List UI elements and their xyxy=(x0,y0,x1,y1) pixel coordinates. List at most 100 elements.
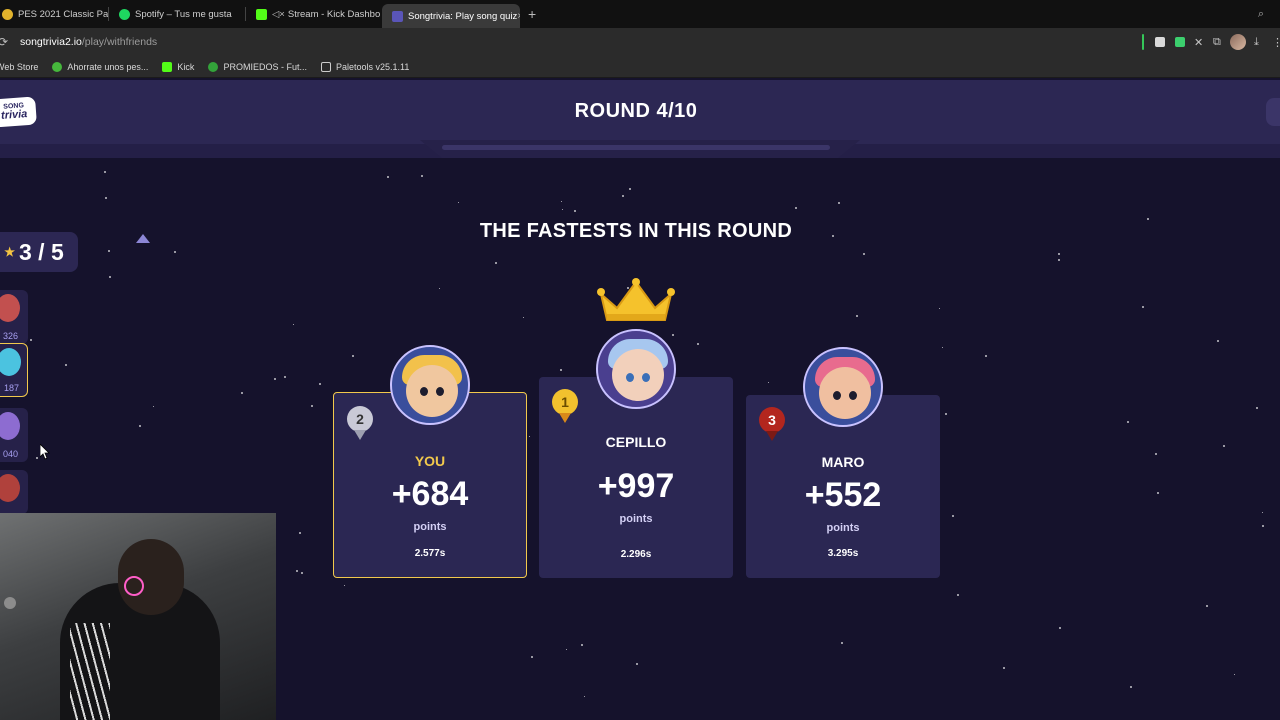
spotify-icon xyxy=(119,8,130,20)
new-tab-button[interactable]: + xyxy=(520,6,544,22)
star-dot xyxy=(838,202,840,204)
star-dot xyxy=(284,376,286,378)
download-icon[interactable]: ⤓ xyxy=(1254,28,1259,56)
star-dot xyxy=(560,369,562,371)
bookmarks-bar: Web Store Ahorrate unos pes... Kick PROM… xyxy=(0,56,1280,78)
player-score: +684 xyxy=(391,475,469,513)
bookmark-web-store[interactable]: Web Store xyxy=(0,62,38,72)
points-label: points xyxy=(619,513,653,525)
star-dot xyxy=(1234,674,1235,675)
webcam-overlay xyxy=(0,513,276,720)
star-dot xyxy=(1127,421,1129,423)
star-dot xyxy=(319,383,321,385)
bookmark-icon xyxy=(52,61,63,72)
search-tabs-icon[interactable]: ⌕ xyxy=(1258,8,1280,21)
browser-tab[interactable]: ◁× Stream - Kick Dashbo xyxy=(246,0,382,28)
star-dot xyxy=(274,378,276,380)
star-dot xyxy=(1223,445,1225,447)
round-title: ROUND 4/10 xyxy=(574,100,698,122)
bookmark-label: Ahorrate unos pes... xyxy=(67,61,149,72)
points-label: points xyxy=(826,522,860,534)
star-dot xyxy=(105,197,107,199)
star-dot xyxy=(1155,453,1157,455)
player-score: +552 xyxy=(804,476,882,514)
menu-icon[interactable]: ⋮ xyxy=(1272,28,1280,56)
round-progress-bar xyxy=(442,145,830,150)
medal-ribbon xyxy=(559,413,571,423)
muted-icon[interactable]: ◁× xyxy=(272,9,285,20)
url-field[interactable]: songtrivia2.io/play/withfriends xyxy=(20,36,157,48)
star-dot xyxy=(523,317,524,318)
status-indicator xyxy=(1142,34,1144,50)
star-dot xyxy=(672,334,674,336)
star-dot xyxy=(957,594,959,596)
bookmark-promiedos[interactable]: PROMIEDOS - Fut... xyxy=(208,61,307,72)
extensions-area xyxy=(1142,28,1144,56)
star-dot xyxy=(584,696,585,697)
browser-tab-active[interactable]: Songtrivia: Play song quiz × xyxy=(382,4,520,28)
star-dot xyxy=(1157,492,1159,494)
webcam-stripes xyxy=(70,623,110,720)
soccer-ball-icon xyxy=(208,61,219,72)
star-dot xyxy=(458,202,459,203)
star-dot xyxy=(574,210,576,212)
player-name: MARO xyxy=(821,454,865,470)
star-dot xyxy=(629,188,631,190)
star-dot xyxy=(1058,253,1060,255)
close-tab-icon[interactable]: × xyxy=(517,11,520,22)
extensions-puzzle-icon[interactable]: ⧉ xyxy=(1213,28,1221,56)
player-avatar xyxy=(0,294,20,322)
gold-medal-icon: 1 xyxy=(552,389,578,415)
bronze-medal-icon: 3 xyxy=(759,407,785,433)
star-dot xyxy=(561,201,562,202)
answer-time: 2.296s xyxy=(620,549,652,560)
kick-icon xyxy=(162,61,173,72)
mouse-cursor-icon xyxy=(40,444,50,460)
star-dot xyxy=(139,425,141,427)
player-mini-card: 040 xyxy=(0,408,28,462)
star-dot xyxy=(241,392,243,394)
star-dot xyxy=(697,343,699,345)
star-dot xyxy=(1206,605,1208,607)
bookmark-kick[interactable]: Kick xyxy=(162,61,194,72)
star-dot xyxy=(104,171,106,173)
player-points: 187 xyxy=(3,383,19,393)
medal-ribbon xyxy=(766,431,778,441)
star-dot xyxy=(153,406,154,407)
player-points: 326 xyxy=(2,331,18,341)
player-avatar xyxy=(0,474,20,502)
browser-tab[interactable]: Spotify – Tus me gusta xyxy=(109,0,245,28)
player-avatar xyxy=(0,412,20,440)
star-dot xyxy=(1142,306,1144,308)
extension-icon[interactable] xyxy=(1175,28,1185,56)
avatar-you xyxy=(390,345,470,425)
reload-icon[interactable]: ⟳ xyxy=(0,35,8,49)
tab-favicon-icon xyxy=(2,8,13,20)
star-dot xyxy=(311,405,313,407)
extension-icon[interactable]: ✕ xyxy=(1194,28,1203,56)
star-dot xyxy=(768,382,769,383)
extension-icon[interactable] xyxy=(1155,28,1165,56)
profile-avatar[interactable] xyxy=(1230,28,1246,56)
star-dot xyxy=(1262,512,1263,513)
browser-tab-bar: PES 2021 Classic Patch V2 Spotify – Tus … xyxy=(0,0,1280,28)
browser-tab[interactable]: PES 2021 Classic Patch V2 xyxy=(0,0,108,28)
star-dot xyxy=(495,262,497,264)
star-dot xyxy=(841,642,843,644)
screen: PES 2021 Classic Patch V2 Spotify – Tus … xyxy=(0,0,1280,720)
bookmark-ahorrate[interactable]: Ahorrate unos pes... xyxy=(52,61,149,72)
star-dot xyxy=(942,347,943,348)
star-dot xyxy=(945,413,947,415)
tab-title: Stream - Kick Dashbo xyxy=(287,8,381,20)
points-label: points xyxy=(413,521,447,533)
header-menu-button[interactable] xyxy=(1266,98,1280,126)
silver-medal-icon: 2 xyxy=(347,406,373,432)
bookmark-label: PROMIEDOS - Fut... xyxy=(223,61,307,72)
player-score: +997 xyxy=(597,467,675,505)
star-dot xyxy=(36,457,38,459)
star-dot xyxy=(529,436,530,437)
star-dot xyxy=(352,355,354,357)
player-mini-card xyxy=(0,470,28,514)
tab-title: Songtrivia: Play song quiz xyxy=(408,10,518,22)
bookmark-paletools[interactable]: Paletools v25.1.11 xyxy=(320,61,409,72)
